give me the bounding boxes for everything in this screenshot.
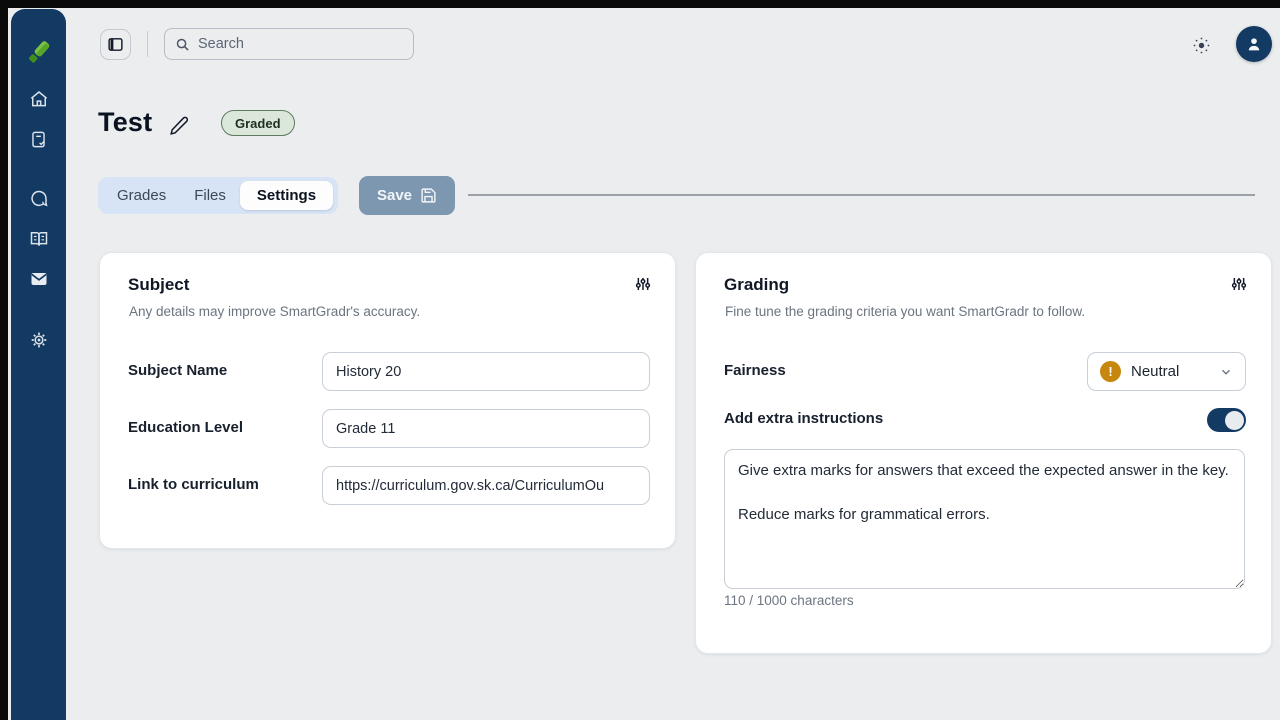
character-count: 110 / 1000 characters <box>724 593 854 608</box>
subject-name-label: Subject Name <box>128 362 227 379</box>
sidebar-item-settings[interactable] <box>21 322 57 358</box>
sidebar-item-home[interactable] <box>21 81 57 117</box>
fairness-selected-value: Neutral <box>1131 363 1209 380</box>
subject-card-title: Subject <box>128 275 189 295</box>
save-button-label: Save <box>377 187 412 204</box>
home-icon <box>29 89 49 109</box>
sidebar-item-assignments[interactable] <box>21 121 57 157</box>
marker-pen-icon <box>24 37 54 67</box>
tab-settings[interactable]: Settings <box>240 181 333 210</box>
education-level-input[interactable] <box>322 409 650 448</box>
search-input[interactable] <box>198 36 403 52</box>
help-chat-icon <box>29 189 49 209</box>
subject-name-input[interactable] <box>322 352 650 391</box>
theme-sun-icon <box>1192 36 1211 55</box>
search-icon <box>175 37 190 52</box>
library-book-icon <box>29 229 49 249</box>
sidebar <box>11 9 66 720</box>
grading-card-subtitle: Fine tune the grading criteria you want … <box>725 304 1085 319</box>
sidebar-toggle-icon <box>107 36 124 53</box>
status-badge: Graded <box>221 110 295 136</box>
page-title: Test <box>98 107 152 138</box>
chevron-down-icon <box>1219 365 1233 379</box>
tab-grades[interactable]: Grades <box>103 181 180 210</box>
app-window: Test Graded Grades Files Settings Save <box>0 0 1280 720</box>
curriculum-link-label: Link to curriculum <box>128 476 259 493</box>
subject-card-subtitle: Any details may improve SmartGradr's acc… <box>129 304 420 319</box>
toolbar-divider-line <box>468 194 1255 196</box>
extra-instructions-textarea[interactable]: Give extra marks for answers that exceed… <box>724 449 1245 589</box>
mail-icon <box>29 269 49 289</box>
sidebar-item-library[interactable] <box>21 221 57 257</box>
sliders-icon <box>635 276 651 292</box>
extra-instructions-label: Add extra instructions <box>724 410 883 427</box>
app-logo <box>21 34 57 70</box>
edit-title-button[interactable] <box>166 112 192 138</box>
toggle-knob <box>1225 411 1244 430</box>
curriculum-link-input[interactable] <box>322 466 650 505</box>
grading-card: Grading Fine tune the grading criteria y… <box>695 252 1272 654</box>
fairness-select[interactable]: ! Neutral <box>1087 352 1246 391</box>
subject-card: Subject Any details may improve SmartGra… <box>99 252 676 549</box>
grading-card-title: Grading <box>724 275 789 295</box>
theme-toggle-button[interactable] <box>1190 34 1212 56</box>
sidebar-toggle-button[interactable] <box>100 29 131 60</box>
education-level-label: Education Level <box>128 419 243 436</box>
extra-instructions-toggle[interactable] <box>1207 408 1246 432</box>
save-button[interactable]: Save <box>359 176 455 215</box>
topbar-divider <box>147 31 148 57</box>
search-box[interactable] <box>164 28 414 60</box>
sliders-icon <box>1231 276 1247 292</box>
floppy-disk-icon <box>420 187 437 204</box>
sidebar-item-mail[interactable] <box>21 261 57 297</box>
user-avatar-icon <box>1244 34 1264 54</box>
pencil-icon <box>169 115 190 136</box>
user-avatar-button[interactable] <box>1236 26 1272 62</box>
main-content: Test Graded Grades Files Settings Save <box>8 8 1280 720</box>
assignment-check-icon <box>29 130 48 149</box>
fairness-label: Fairness <box>724 362 786 379</box>
tab-files[interactable]: Files <box>180 181 240 210</box>
sidebar-item-help[interactable] <box>21 181 57 217</box>
tab-bar: Grades Files Settings <box>98 177 338 214</box>
warning-exclamation-icon: ! <box>1100 361 1121 382</box>
settings-gear-icon <box>29 330 49 350</box>
